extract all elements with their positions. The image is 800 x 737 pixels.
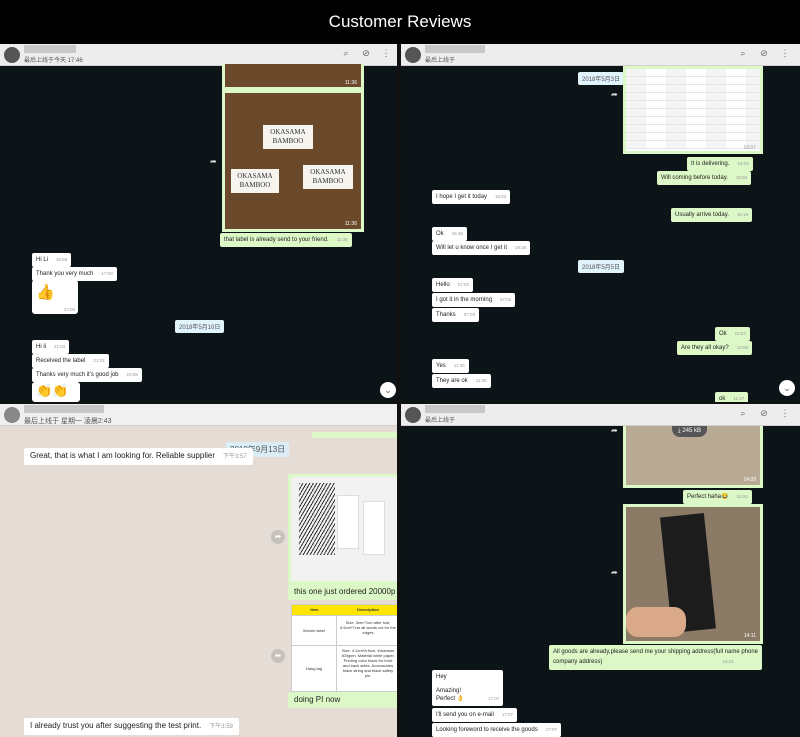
contact-name-redacted bbox=[425, 405, 485, 413]
hang-tag bbox=[363, 501, 385, 555]
menu-icon[interactable]: ⋮ bbox=[380, 48, 392, 59]
forward-icon[interactable]: ➦ bbox=[210, 157, 217, 166]
incoming-message: Ok 16:46 bbox=[432, 227, 467, 241]
attach-icon[interactable]: ⊘ bbox=[758, 408, 770, 419]
table-row: Hang tag Size: 4.2cm*8.5cm, thickness 30… bbox=[292, 645, 397, 691]
spreadsheet-image-message[interactable]: 16:07 bbox=[623, 66, 763, 154]
image-message[interactable]: 11:36 bbox=[222, 64, 364, 90]
image-message[interactable]: 14:11 bbox=[623, 504, 763, 644]
incoming-message: Hi li 21:04 bbox=[32, 340, 70, 354]
menu-icon[interactable]: ⋮ bbox=[779, 48, 791, 59]
scroll-down-button[interactable]: ⌄ bbox=[779, 380, 795, 396]
chat-panel-4: 最后上线于 ⌕ ⊘ ⋮ ⤓ 245 kB 14:09 ➦ Perfect hah… bbox=[401, 404, 800, 737]
last-seen-status: 最后上线于今天 17:46 bbox=[24, 58, 83, 64]
message-time: 14:09 bbox=[743, 477, 756, 483]
avatar[interactable] bbox=[405, 407, 421, 423]
incoming-message: Thanks very much it's good job 23:59 bbox=[32, 368, 142, 382]
incoming-message: I already trust you after suggesting the… bbox=[24, 718, 239, 735]
incoming-message: Yes 11:35 bbox=[432, 359, 469, 373]
outgoing-message: Are they all okay? 10:08 bbox=[677, 341, 752, 355]
avatar[interactable] bbox=[405, 47, 421, 63]
outgoing-message: that label is already send to your frien… bbox=[220, 233, 352, 247]
page-title: Customer Reviews bbox=[0, 0, 800, 44]
download-button[interactable]: ⤓ 245 kB bbox=[672, 426, 708, 437]
message-time: 11:36 bbox=[344, 221, 357, 227]
incoming-message: Hi Li 16:59 bbox=[32, 253, 72, 267]
emoji-message: 👍 17:00 bbox=[32, 280, 78, 314]
incoming-message: Will let u know once I get it 16:46 bbox=[432, 241, 531, 255]
table-row: Woven label Size: 3cm*7cm after fold; 6.… bbox=[292, 615, 397, 645]
hang-tag bbox=[337, 495, 359, 549]
scroll-down-button[interactable]: ⌄ bbox=[380, 382, 396, 398]
attach-icon[interactable]: ⊘ bbox=[360, 48, 372, 59]
outgoing-message: Perfect haha😂 15:04 bbox=[683, 490, 752, 504]
outgoing-message: Usually arrive today. 16:19 bbox=[671, 208, 753, 222]
string-bundle bbox=[299, 483, 335, 555]
date-chip: 2018年5月3日 bbox=[578, 72, 625, 85]
table-header: Item Description bbox=[292, 605, 397, 615]
last-seen-status: 最后上线于 bbox=[425, 418, 456, 424]
outgoing-message: All goods are already,please send me you… bbox=[549, 645, 763, 670]
image-caption: this one just ordered 20000p bbox=[288, 584, 397, 600]
avatar[interactable] bbox=[4, 47, 20, 63]
chat-panel-3: 最后上线于 星期一 凌晨2:43 2018年9月13日 Great, that … bbox=[0, 404, 397, 737]
date-chip: 2018年5月10日 bbox=[175, 320, 225, 333]
chat-header: 最后上线于 星期一 凌晨2:43 bbox=[0, 404, 397, 426]
incoming-message: Thank you very much 17:00 bbox=[32, 267, 117, 281]
hand bbox=[626, 607, 686, 637]
menu-icon[interactable]: ⋮ bbox=[779, 408, 791, 419]
search-icon[interactable]: ⌕ bbox=[737, 408, 749, 419]
search-icon[interactable]: ⌕ bbox=[340, 48, 352, 59]
incoming-message: I hope I get it today 16:03 bbox=[432, 190, 511, 204]
label-tag: OKASAMA BAMBOO bbox=[231, 169, 279, 193]
contact-name-redacted bbox=[425, 45, 485, 53]
incoming-message: Hello 07:02 bbox=[432, 278, 473, 292]
incoming-message: Hey Amazing! Perfect 👌 17:07 bbox=[432, 670, 504, 706]
last-seen-status: 最后上线于 bbox=[425, 58, 456, 64]
label-tag: OKASAMA BAMBOO bbox=[303, 165, 353, 189]
search-icon[interactable]: ⌕ bbox=[737, 48, 749, 59]
incoming-message: Great, that is what I am looking for. Re… bbox=[24, 448, 253, 465]
chat-panel-2: 最后上线于 ⌕ ⊘ ⋮ 2018年5月3日 16:07 ➦ It is deli… bbox=[401, 44, 800, 402]
chat-header: 最后上线于 ⌕ ⊘ ⋮ bbox=[401, 404, 800, 426]
incoming-message: Received the label 21:04 bbox=[32, 354, 109, 368]
chat-panel-1: 最后上线于今天 17:46 ⌕ ⊘ ⋮ 11:36 OKASAMA BAMBOO … bbox=[0, 44, 397, 402]
outgoing-message: Will coming before today. 16:03 bbox=[657, 171, 752, 185]
outgoing-message: Ok 10:07 bbox=[715, 327, 750, 341]
avatar[interactable] bbox=[4, 407, 20, 423]
message-time: 16:07 bbox=[743, 145, 756, 151]
incoming-message: Looking foreword to receive the goods 17:… bbox=[432, 723, 561, 737]
outgoing-message-partial bbox=[312, 432, 397, 438]
forward-icon[interactable]: ➦ bbox=[611, 426, 618, 435]
forward-icon[interactable]: ➦ bbox=[611, 568, 618, 577]
image-message[interactable]: ⤓ 245 kB 14:09 bbox=[623, 426, 763, 488]
incoming-message: They are ok 11:36 bbox=[432, 374, 491, 388]
date-chip: 2018年5月5日 bbox=[578, 260, 625, 273]
label-tag: OKASAMA BAMBOO bbox=[263, 125, 313, 149]
chat-header: 最后上线于 ⌕ ⊘ ⋮ bbox=[401, 44, 800, 66]
incoming-message: Thanks 07:03 bbox=[432, 308, 479, 322]
image-message[interactable]: OKASAMA BAMBOO OKASAMA BAMBOO OKASAMA BAMBO… bbox=[222, 90, 364, 232]
order-spec-table[interactable]: Item Description Woven label Size: 3cm*7… bbox=[291, 604, 397, 692]
message-time: 11:36 bbox=[344, 80, 357, 86]
contact-name-redacted bbox=[24, 405, 104, 413]
forward-icon[interactable]: ➦ bbox=[271, 530, 285, 544]
contact-name-redacted bbox=[24, 45, 76, 53]
forward-icon[interactable]: ➦ bbox=[611, 90, 618, 99]
incoming-message: I'll send you on e-mail 17:07 bbox=[432, 708, 518, 722]
outgoing-message: It is delivering. 16:03 bbox=[687, 157, 753, 171]
forward-icon[interactable]: ➦ bbox=[271, 649, 285, 663]
message-time: 14:11 bbox=[743, 633, 756, 639]
incoming-message: I got it in the morning 07:02 bbox=[432, 293, 516, 307]
outgoing-message: ok 11:37 bbox=[715, 392, 749, 402]
last-seen-status: 最后上线于 星期一 凌晨2:43 bbox=[24, 418, 112, 425]
hang-tag-image[interactable] bbox=[288, 474, 397, 584]
emoji-message: 👏👏 bbox=[32, 382, 80, 402]
chat-header: 最后上线于今天 17:46 ⌕ ⊘ ⋮ bbox=[0, 44, 397, 66]
attach-icon[interactable]: ⊘ bbox=[758, 48, 770, 59]
outgoing-message: doing PI now bbox=[288, 692, 397, 708]
